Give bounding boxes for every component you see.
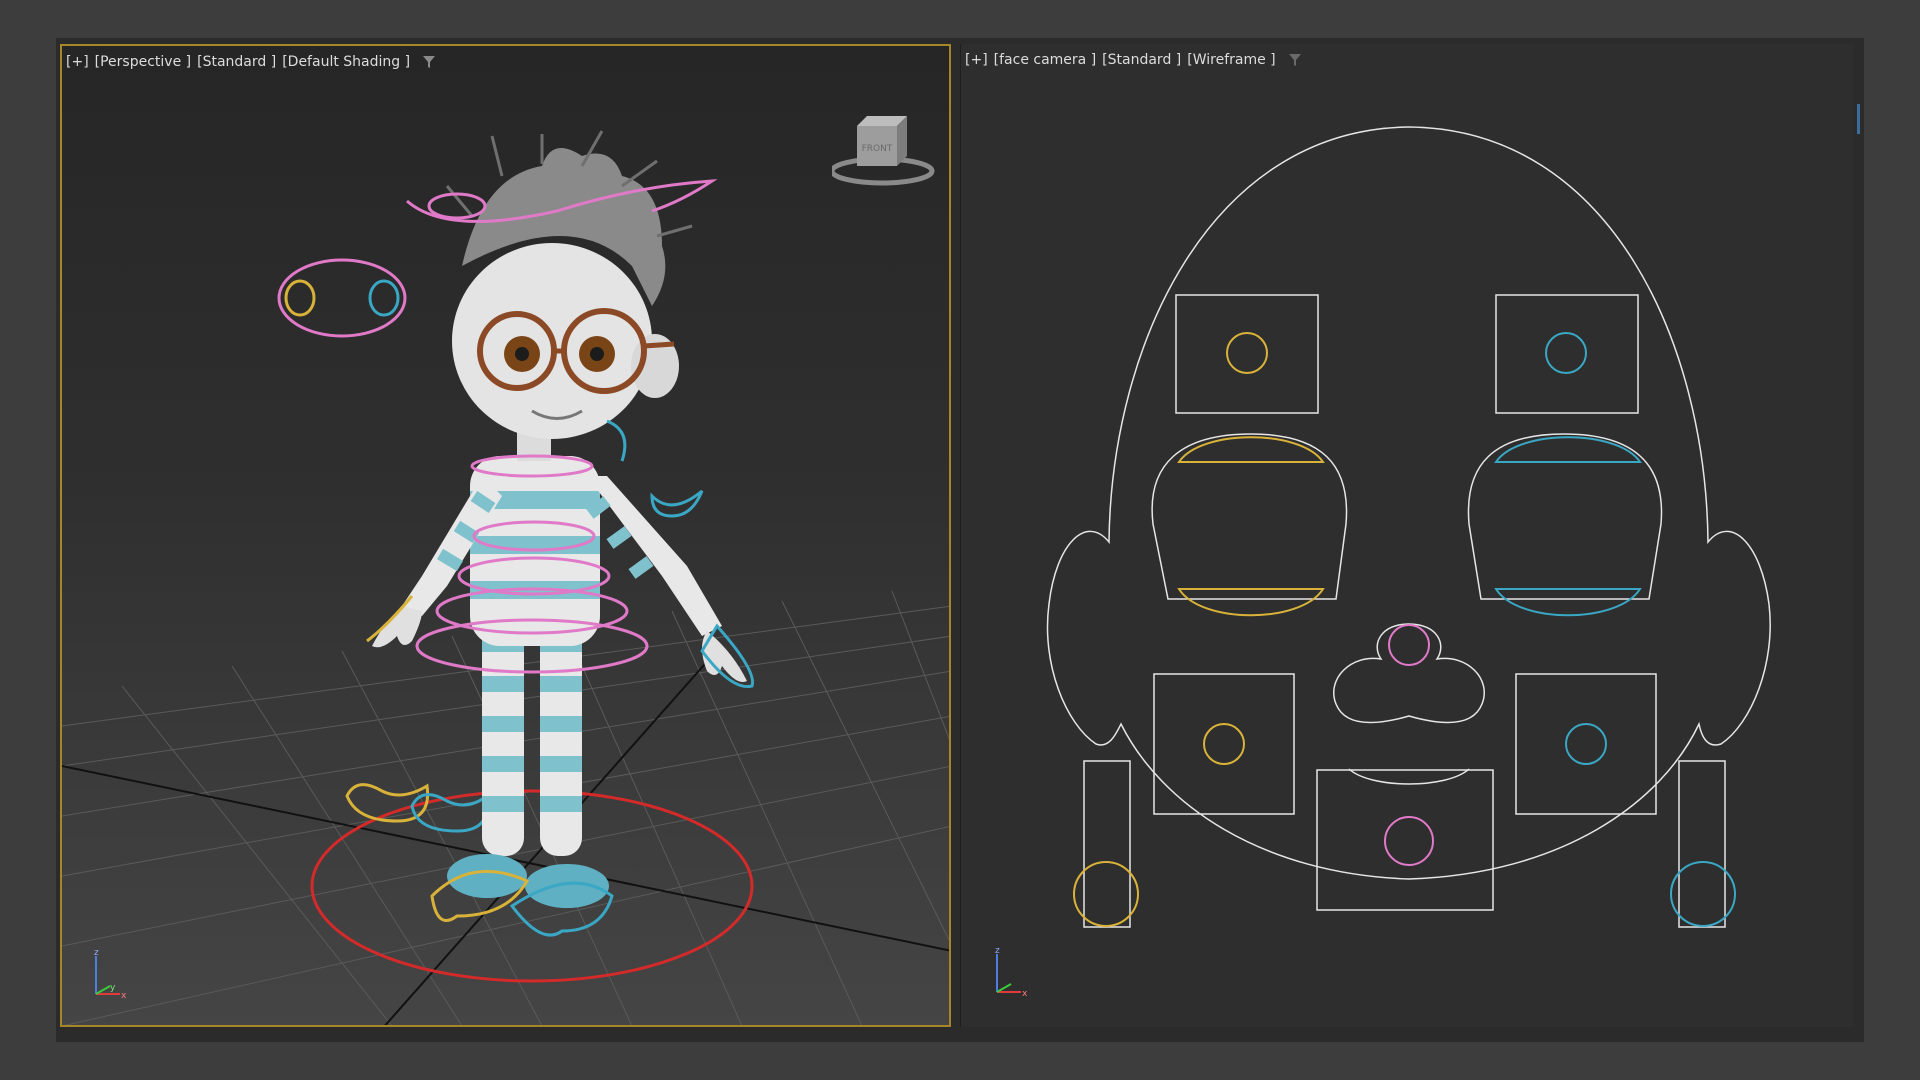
left-ear-bar	[1083, 760, 1131, 928]
svg-text:x: x	[1022, 989, 1028, 999]
perspective-viewport-label[interactable]: [+] [Perspective ] [Standard ] [Default …	[66, 54, 436, 70]
right-upper-lid-control[interactable]	[1494, 436, 1642, 463]
right-brow-control[interactable]	[1545, 332, 1587, 374]
filter-icon[interactable]	[1288, 53, 1302, 67]
svg-text:z: z	[94, 948, 99, 958]
left-lower-lid-control[interactable]	[1177, 588, 1325, 617]
axis-tripod-icon: z y x	[94, 948, 127, 1001]
face-rig-wireframe	[1046, 126, 1771, 928]
shading-menu[interactable]: [Default Shading ]	[282, 54, 410, 70]
right-cheek-control[interactable]	[1565, 723, 1607, 765]
left-brow-control[interactable]	[1226, 332, 1268, 374]
point-of-view-menu[interactable]: [Perspective ]	[95, 54, 191, 70]
right-cheek-box	[1515, 673, 1657, 815]
left-brow-box	[1175, 294, 1319, 414]
right-ear-bar	[1678, 760, 1726, 928]
filter-icon[interactable]	[422, 55, 436, 69]
face-camera-viewport[interactable]: z x [+] [face camera ] [Standard ] [Wire…	[960, 44, 1853, 1027]
right-arm-control[interactable]	[650, 489, 704, 518]
jaw-control[interactable]	[1384, 816, 1434, 866]
jaw-box	[1316, 769, 1494, 911]
viewport-menu-button[interactable]: [+]	[66, 54, 89, 70]
right-lower-lid-control[interactable]	[1494, 588, 1642, 617]
svg-text:z: z	[995, 946, 1000, 956]
point-of-view-menu[interactable]: [face camera ]	[994, 52, 1097, 68]
axis-tripod-icon: z x	[995, 946, 1028, 999]
standard-menu[interactable]: [Standard ]	[1102, 52, 1181, 68]
face-camera-viewport-label[interactable]: [+] [face camera ] [Standard ] [Wirefram…	[965, 52, 1302, 68]
viewport-scrollbar[interactable]	[1855, 44, 1864, 1027]
svg-text:x: x	[121, 991, 127, 1001]
viewport-menu-button[interactable]: [+]	[965, 52, 988, 68]
viewcube[interactable]: FRONT	[832, 96, 942, 186]
nose-control[interactable]	[1388, 624, 1430, 666]
standard-menu[interactable]: [Standard ]	[197, 54, 276, 70]
scrollbar-thumb[interactable]	[1857, 104, 1860, 134]
shading-menu[interactable]: [Wireframe ]	[1187, 52, 1275, 68]
right-brow-box	[1495, 294, 1639, 414]
svg-text:y: y	[110, 983, 116, 993]
mouth-curve	[1348, 768, 1470, 785]
left-cheek-control[interactable]	[1203, 723, 1245, 765]
eye-target-control[interactable]	[277, 258, 407, 338]
viewcube-face-label: FRONT	[862, 144, 893, 154]
perspective-viewport[interactable]: FRONT z y x [+] [Perspective ] [Standard…	[60, 44, 951, 1027]
perspective-scene	[62, 130, 949, 1025]
nose-shape	[1333, 623, 1485, 724]
